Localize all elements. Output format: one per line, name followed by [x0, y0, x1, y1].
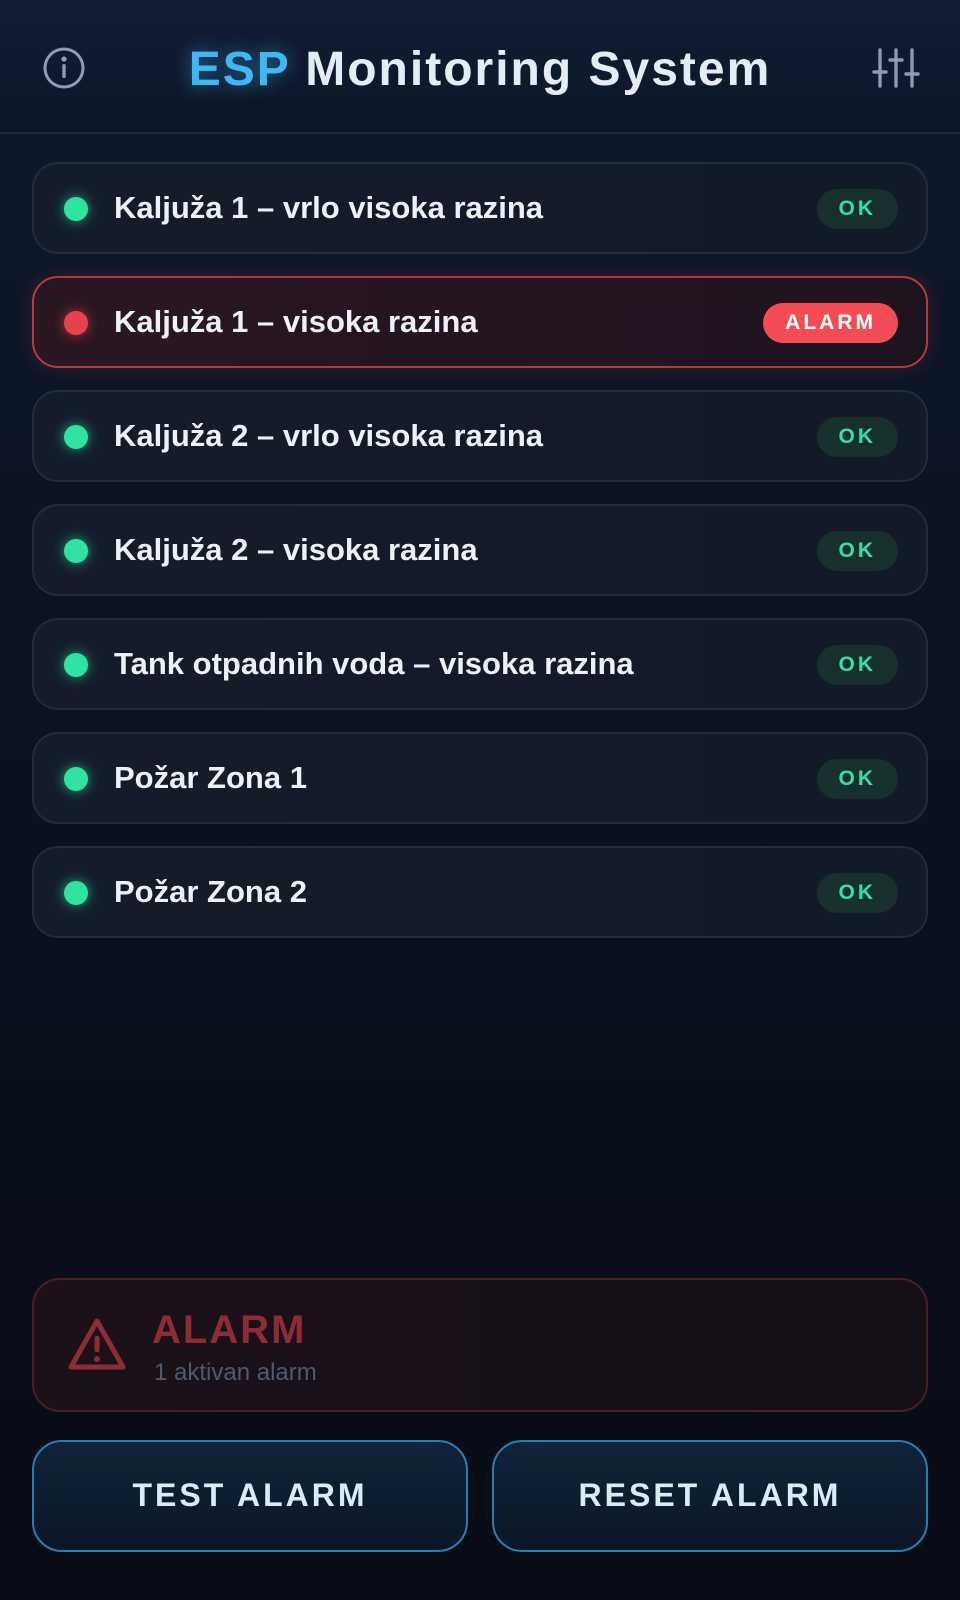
sensor-label: Kaljuža 1 – visoka razina	[114, 304, 478, 339]
alarm-count-text: 1 aktivan alarm	[154, 1359, 317, 1386]
sensor-row: Kaljuža 1 – visoka razina ALARM	[32, 276, 928, 368]
app-header: ESP Monitoring System	[0, 0, 960, 134]
status-badge: OK	[816, 531, 898, 571]
sensor-label: Tank otpadnih voda – visoka razina	[114, 646, 634, 681]
reset-alarm-button[interactable]: RESET ALARM	[492, 1440, 928, 1552]
sensor-row: Požar Zona 2 OK	[32, 846, 928, 938]
status-dot	[64, 881, 88, 905]
status-badge: OK	[816, 417, 898, 457]
test-alarm-button[interactable]: TEST ALARM	[32, 1440, 468, 1552]
title-accent: ESP	[188, 43, 290, 96]
alarm-title: ALARM	[152, 1308, 307, 1352]
sensor-label: Kaljuža 2 – vrlo visoka razina	[114, 418, 544, 453]
status-badge: OK	[816, 873, 898, 913]
alarm-summary-panel: ALARM 1 aktivan alarm	[32, 1278, 928, 1412]
title-rest: Monitoring System	[305, 43, 772, 96]
status-badge: OK	[816, 645, 898, 685]
sliders-icon[interactable]	[872, 46, 920, 90]
status-badge: OK	[816, 189, 898, 229]
sensor-label: Požar Zona 1	[114, 760, 307, 795]
page-title: ESP Monitoring System	[0, 40, 960, 100]
sensor-label: Kaljuža 2 – visoka razina	[114, 532, 478, 567]
sensor-row: Požar Zona 1 OK	[32, 732, 928, 824]
status-dot	[64, 197, 88, 221]
warning-triangle-icon	[66, 1316, 128, 1374]
sensor-row: Kaljuža 2 – visoka razina OK	[32, 504, 928, 596]
sensor-list: Kaljuža 1 – vrlo visoka razina OK Kaljuž…	[32, 162, 928, 960]
sensor-row: Kaljuža 1 – vrlo visoka razina OK	[32, 162, 928, 254]
status-badge: ALARM	[763, 303, 898, 343]
status-dot	[64, 425, 88, 449]
status-dot	[64, 653, 88, 677]
status-badge: OK	[816, 759, 898, 799]
status-dot	[64, 767, 88, 791]
status-dot	[64, 539, 88, 563]
status-dot	[64, 311, 88, 335]
sensor-row: Tank otpadnih voda – visoka razina OK	[32, 618, 928, 710]
sensor-label: Kaljuža 1 – vrlo visoka razina	[114, 190, 544, 225]
sensor-label: Požar Zona 2	[114, 874, 307, 909]
sensor-row: Kaljuža 2 – vrlo visoka razina OK	[32, 390, 928, 482]
